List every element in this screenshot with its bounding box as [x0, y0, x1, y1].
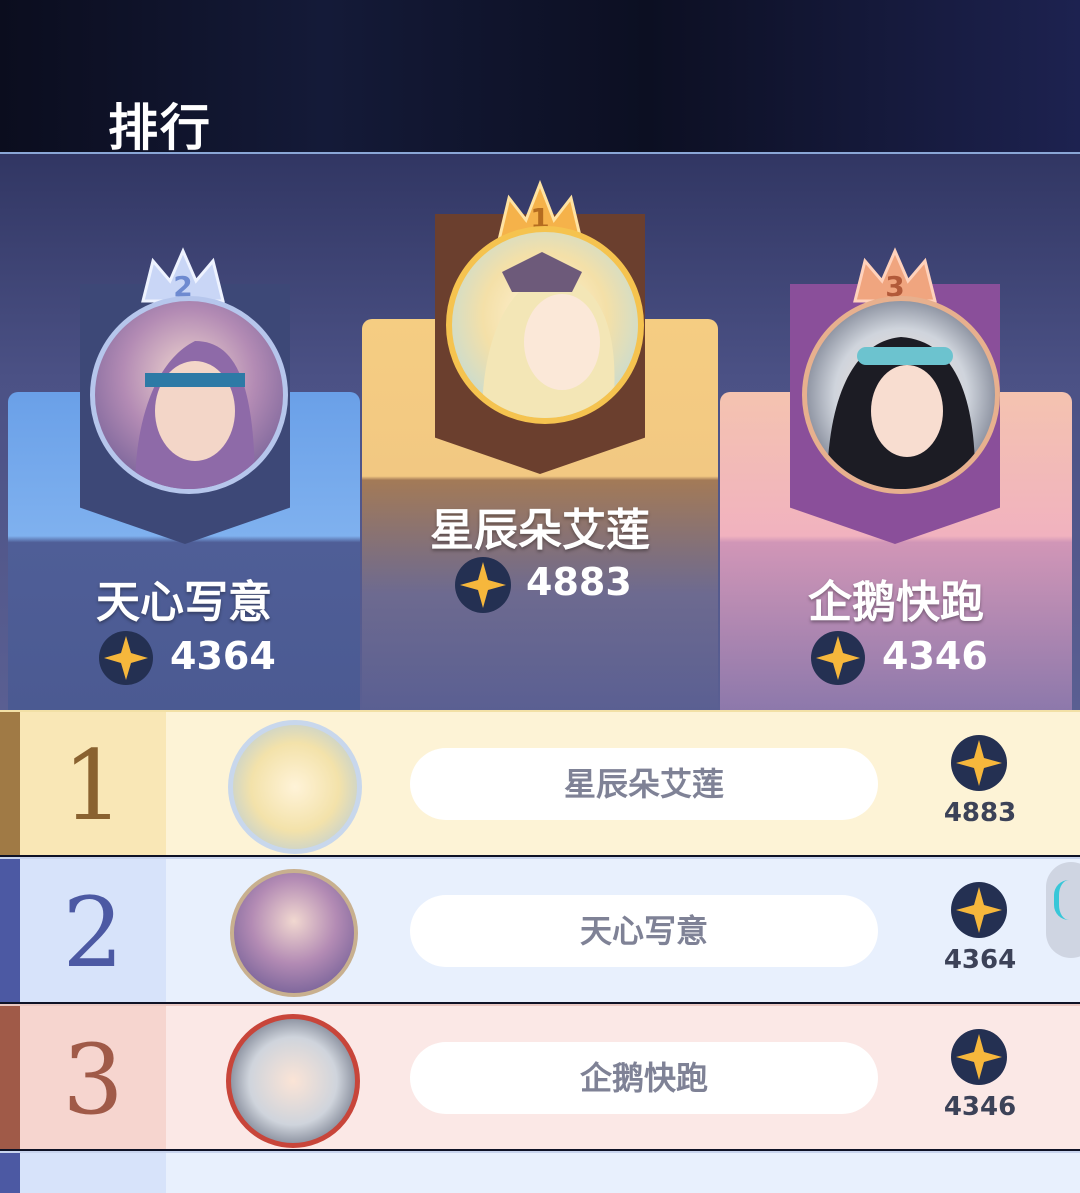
player-name: 天心写意 — [410, 895, 878, 967]
rank-bar — [0, 1006, 20, 1149]
top-bar: 排行 — [0, 0, 1080, 157]
rank-number: 3 — [62, 1024, 124, 1136]
rank-1-avatar[interactable] — [446, 226, 644, 424]
rank-bar — [0, 1153, 20, 1193]
side-scroll-handle[interactable] — [1046, 862, 1080, 958]
row-avatar[interactable] — [230, 869, 358, 997]
rank-1-score: 4883 — [526, 560, 632, 604]
rank-2-avatar[interactable] — [90, 296, 288, 494]
row-avatar[interactable] — [228, 720, 362, 854]
row-avatar[interactable] — [226, 1014, 360, 1148]
star-currency-icon — [951, 882, 1007, 938]
rank-bar — [0, 712, 20, 855]
rank-number: 1 — [62, 730, 124, 842]
rank-3-score: 4346 — [882, 634, 988, 678]
star-currency-icon — [951, 735, 1007, 791]
player-score: 4346 — [943, 1092, 1017, 1122]
rank-2-name: 天心写意 — [96, 577, 272, 628]
rank-2-star-icon — [99, 631, 153, 685]
player-name: 星辰朵艾莲 — [410, 748, 878, 820]
ranking-row-3[interactable]: 3 企鹅快跑 4346 — [0, 1004, 1080, 1149]
rank-2-score: 4364 — [170, 634, 276, 678]
player-name: 企鹅快跑 — [410, 1042, 878, 1114]
rank-number: 2 — [62, 877, 124, 989]
star-currency-icon — [951, 1029, 1007, 1085]
player-score: 4883 — [943, 798, 1017, 828]
podium-section: 2 天心写意 4364 1 星辰朵艾莲 4883 3 企鹅快跑 4346 — [0, 152, 1080, 712]
page-title: 排行 — [108, 98, 212, 157]
player-score: 4364 — [943, 945, 1017, 975]
rank-1-name: 星辰朵艾莲 — [430, 505, 650, 556]
rank-3-name: 企鹅快跑 — [808, 577, 984, 628]
rank-box — [20, 1153, 166, 1193]
ranking-row-1[interactable]: 1 星辰朵艾莲 4883 — [0, 710, 1080, 855]
ranking-row-2[interactable]: 2 天心写意 4364 — [0, 857, 1080, 1002]
rank-3-avatar[interactable] — [802, 296, 1000, 494]
rank-3-star-icon — [811, 631, 865, 685]
rank-bar — [0, 859, 20, 1002]
scroll-indicator — [1054, 880, 1069, 920]
rank-1-star-icon — [455, 557, 511, 613]
